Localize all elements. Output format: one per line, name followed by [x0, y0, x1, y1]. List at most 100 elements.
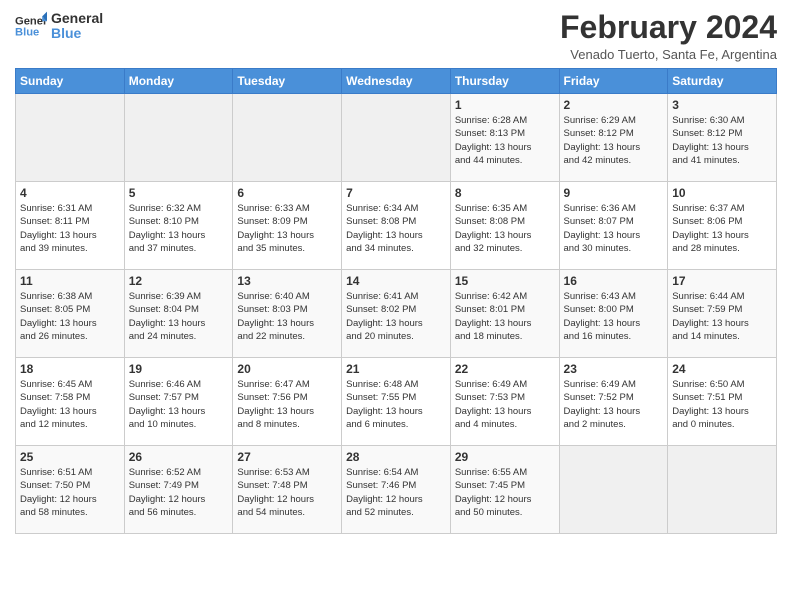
main-title: February 2024	[560, 10, 777, 45]
day-info: Sunrise: 6:34 AM Sunset: 8:08 PM Dayligh…	[346, 202, 446, 255]
day-number: 7	[346, 186, 446, 200]
day-info: Sunrise: 6:50 AM Sunset: 7:51 PM Dayligh…	[672, 378, 772, 431]
day-info: Sunrise: 6:35 AM Sunset: 8:08 PM Dayligh…	[455, 202, 555, 255]
day-info: Sunrise: 6:40 AM Sunset: 8:03 PM Dayligh…	[237, 290, 337, 343]
day-number: 10	[672, 186, 772, 200]
day-number: 6	[237, 186, 337, 200]
calendar-cell: 27 Sunrise: 6:53 AM Sunset: 7:48 PM Dayli…	[233, 446, 342, 534]
day-info: Sunrise: 6:45 AM Sunset: 7:58 PM Dayligh…	[20, 378, 120, 431]
calendar-cell	[16, 94, 125, 182]
calendar-header-cell: Saturday	[668, 69, 777, 94]
calendar-header-row: SundayMondayTuesdayWednesdayThursdayFrid…	[16, 69, 777, 94]
day-number: 18	[20, 362, 120, 376]
calendar-header-cell: Thursday	[450, 69, 559, 94]
calendar-cell: 28Sunrise: 6:54 AM Sunset: 7:46 PM Dayli…	[342, 446, 451, 534]
svg-text:Blue: Blue	[15, 27, 39, 39]
day-info: Sunrise: 6:55 AM Sunset: 7:45 PM Dayligh…	[455, 466, 555, 519]
calendar-cell: 25Sunrise: 6:51 AM Sunset: 7:50 PM Dayli…	[16, 446, 125, 534]
calendar-cell: 1Sunrise: 6:28 AM Sunset: 8:13 PM Daylig…	[450, 94, 559, 182]
day-info: Sunrise: 6:43 AM Sunset: 8:00 PM Dayligh…	[564, 290, 664, 343]
calendar-cell: 20 Sunrise: 6:47 AM Sunset: 7:56 PM Dayli…	[233, 358, 342, 446]
calendar-cell: 16 Sunrise: 6:43 AM Sunset: 8:00 PM Dayli…	[559, 270, 668, 358]
day-number: 16	[564, 274, 664, 288]
day-number: 22	[455, 362, 555, 376]
day-info: Sunrise: 6:49 AM Sunset: 7:53 PM Dayligh…	[455, 378, 555, 431]
calendar-week-row: 1Sunrise: 6:28 AM Sunset: 8:13 PM Daylig…	[16, 94, 777, 182]
calendar-cell: 11 Sunrise: 6:38 AM Sunset: 8:05 PM Dayli…	[16, 270, 125, 358]
day-number: 8	[455, 186, 555, 200]
calendar-cell: 13 Sunrise: 6:40 AM Sunset: 8:03 PM Dayli…	[233, 270, 342, 358]
calendar-cell: 9Sunrise: 6:36 AM Sunset: 8:07 PM Daylig…	[559, 182, 668, 270]
calendar-table: SundayMondayTuesdayWednesdayThursdayFrid…	[15, 68, 777, 534]
day-info: Sunrise: 6:29 AM Sunset: 8:12 PM Dayligh…	[564, 114, 664, 167]
day-number: 17	[672, 274, 772, 288]
day-number: 28	[346, 450, 446, 464]
day-info: Sunrise: 6:48 AM Sunset: 7:55 PM Dayligh…	[346, 378, 446, 431]
calendar-cell: 14Sunrise: 6:41 AM Sunset: 8:02 PM Dayli…	[342, 270, 451, 358]
day-info: Sunrise: 6:38 AM Sunset: 8:05 PM Dayligh…	[20, 290, 120, 343]
title-block: February 2024 Venado Tuerto, Santa Fe, A…	[560, 10, 777, 62]
day-number: 1	[455, 98, 555, 112]
day-number: 4	[20, 186, 120, 200]
day-info: Sunrise: 6:31 AM Sunset: 8:11 PM Dayligh…	[20, 202, 120, 255]
day-number: 25	[20, 450, 120, 464]
calendar-cell	[342, 94, 451, 182]
calendar-cell: 4 Sunrise: 6:31 AM Sunset: 8:11 PM Daylig…	[16, 182, 125, 270]
calendar-body: 1Sunrise: 6:28 AM Sunset: 8:13 PM Daylig…	[16, 94, 777, 534]
calendar-cell: 15Sunrise: 6:42 AM Sunset: 8:01 PM Dayli…	[450, 270, 559, 358]
calendar-cell: 21 Sunrise: 6:48 AM Sunset: 7:55 PM Dayli…	[342, 358, 451, 446]
day-number: 2	[564, 98, 664, 112]
calendar-header-cell: Tuesday	[233, 69, 342, 94]
day-number: 11	[20, 274, 120, 288]
calendar-cell: 3 Sunrise: 6:30 AM Sunset: 8:12 PM Daylig…	[668, 94, 777, 182]
day-number: 3	[672, 98, 772, 112]
calendar-cell: 17 Sunrise: 6:44 AM Sunset: 7:59 PM Dayli…	[668, 270, 777, 358]
day-number: 13	[237, 274, 337, 288]
day-info: Sunrise: 6:46 AM Sunset: 7:57 PM Dayligh…	[129, 378, 229, 431]
day-info: Sunrise: 6:37 AM Sunset: 8:06 PM Dayligh…	[672, 202, 772, 255]
calendar-week-row: 25Sunrise: 6:51 AM Sunset: 7:50 PM Dayli…	[16, 446, 777, 534]
day-info: Sunrise: 6:41 AM Sunset: 8:02 PM Dayligh…	[346, 290, 446, 343]
day-info: Sunrise: 6:47 AM Sunset: 7:56 PM Dayligh…	[237, 378, 337, 431]
day-number: 24	[672, 362, 772, 376]
calendar-cell: 18 Sunrise: 6:45 AM Sunset: 7:58 PM Dayli…	[16, 358, 125, 446]
day-info: Sunrise: 6:32 AM Sunset: 8:10 PM Dayligh…	[129, 202, 229, 255]
day-number: 12	[129, 274, 229, 288]
calendar-header: SundayMondayTuesdayWednesdayThursdayFrid…	[16, 69, 777, 94]
page: General Blue General Blue February 2024 …	[0, 0, 792, 612]
calendar-cell	[233, 94, 342, 182]
day-info: Sunrise: 6:33 AM Sunset: 8:09 PM Dayligh…	[237, 202, 337, 255]
day-number: 26	[129, 450, 229, 464]
day-info: Sunrise: 6:30 AM Sunset: 8:12 PM Dayligh…	[672, 114, 772, 167]
calendar-cell	[124, 94, 233, 182]
calendar-cell: 26 Sunrise: 6:52 AM Sunset: 7:49 PM Dayli…	[124, 446, 233, 534]
logo-line2: Blue	[51, 26, 103, 41]
day-number: 23	[564, 362, 664, 376]
day-number: 27	[237, 450, 337, 464]
calendar-header-cell: Friday	[559, 69, 668, 94]
subtitle: Venado Tuerto, Santa Fe, Argentina	[560, 47, 777, 62]
day-info: Sunrise: 6:44 AM Sunset: 7:59 PM Dayligh…	[672, 290, 772, 343]
calendar-cell	[668, 446, 777, 534]
calendar-cell	[559, 446, 668, 534]
logo-icon: General Blue	[15, 10, 47, 42]
calendar-cell: 10 Sunrise: 6:37 AM Sunset: 8:06 PM Dayli…	[668, 182, 777, 270]
day-info: Sunrise: 6:36 AM Sunset: 8:07 PM Dayligh…	[564, 202, 664, 255]
day-info: Sunrise: 6:53 AM Sunset: 7:48 PM Dayligh…	[237, 466, 337, 519]
day-info: Sunrise: 6:49 AM Sunset: 7:52 PM Dayligh…	[564, 378, 664, 431]
calendar-week-row: 11 Sunrise: 6:38 AM Sunset: 8:05 PM Dayli…	[16, 270, 777, 358]
calendar-header-cell: Wednesday	[342, 69, 451, 94]
day-number: 19	[129, 362, 229, 376]
calendar-cell: 29Sunrise: 6:55 AM Sunset: 7:45 PM Dayli…	[450, 446, 559, 534]
calendar-header-cell: Monday	[124, 69, 233, 94]
day-number: 5	[129, 186, 229, 200]
calendar-cell: 7 Sunrise: 6:34 AM Sunset: 8:08 PM Daylig…	[342, 182, 451, 270]
day-info: Sunrise: 6:52 AM Sunset: 7:49 PM Dayligh…	[129, 466, 229, 519]
calendar-cell: 2 Sunrise: 6:29 AM Sunset: 8:12 PM Daylig…	[559, 94, 668, 182]
calendar-cell: 6 Sunrise: 6:33 AM Sunset: 8:09 PM Daylig…	[233, 182, 342, 270]
day-number: 21	[346, 362, 446, 376]
calendar-cell: 19 Sunrise: 6:46 AM Sunset: 7:57 PM Dayli…	[124, 358, 233, 446]
day-number: 20	[237, 362, 337, 376]
header: General Blue General Blue February 2024 …	[15, 10, 777, 62]
day-info: Sunrise: 6:39 AM Sunset: 8:04 PM Dayligh…	[129, 290, 229, 343]
